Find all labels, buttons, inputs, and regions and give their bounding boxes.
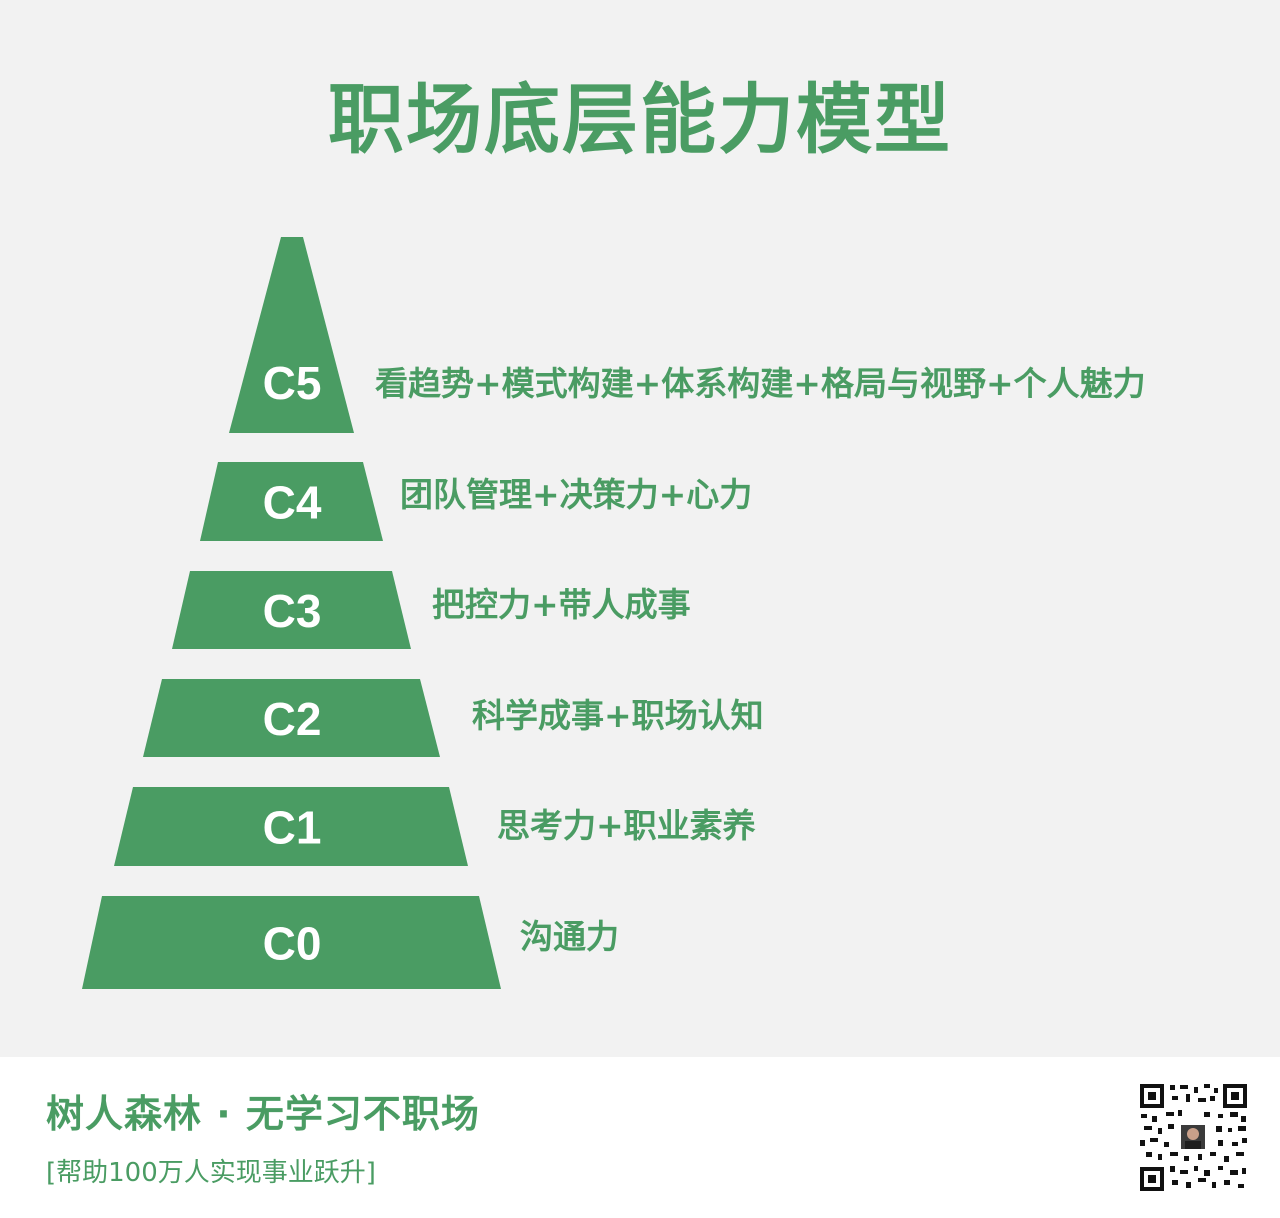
footer: 树人森林 · 无学习不职场 [帮助100万人实现事业跃升] <box>0 1057 1280 1218</box>
level-description: 看趋势+模式构建+体系构建+格局与视野+个人魅力 <box>375 364 1146 403</box>
level-description: 团队管理+决策力+心力 <box>400 475 752 514</box>
level-label: C3 <box>263 585 322 637</box>
level-description: 思考力+职业素养 <box>497 806 756 845</box>
level-description: 科学成事+职场认知 <box>472 696 764 735</box>
level-description: 把控力+带人成事 <box>432 585 691 624</box>
level-label: C2 <box>263 693 322 745</box>
level-label: C0 <box>263 918 322 970</box>
level-label: C5 <box>263 357 322 409</box>
level-label: C1 <box>263 802 322 854</box>
pyramid-diagram: C5 看趋势+模式构建+体系构建+格局与视野+个人魅力 C4 团队管理+决策力+心力 C… <box>82 237 1146 989</box>
tagline: [帮助100万人实现事业跃升] <box>46 1158 376 1188</box>
level-description: 沟通力 <box>520 917 619 956</box>
level-label: C4 <box>263 477 322 529</box>
brand-slogan: 树人森林 · 无学习不职场 <box>46 1092 480 1136</box>
qr-code-icon[interactable] <box>1138 1082 1249 1193</box>
